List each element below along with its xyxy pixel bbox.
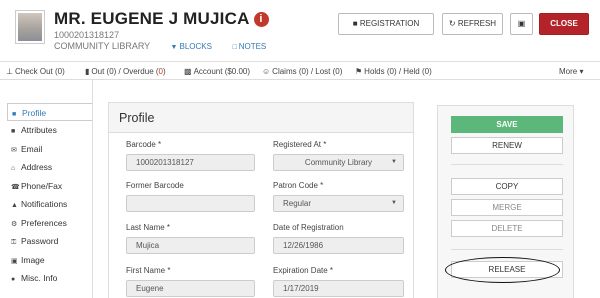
holds-tab[interactable]: ⚑ Holds (0) / Held (0) [355,67,432,76]
merge-button[interactable]: MERGE [451,199,563,216]
envelope-icon: ✉ [11,146,17,154]
account-tab[interactable]: ▩ Account ($0.00) [184,67,250,76]
sidebar-item-preferences[interactable]: ⚙ Preferences [7,214,92,233]
more-menu[interactable]: More ▾ [559,67,583,76]
delete-button[interactable]: DELETE [451,220,563,237]
info-circle-icon: ● [11,276,16,283]
profile-panel: Profile Barcode * 1000201318127 Register… [108,102,414,298]
last-name-label: Last Name * [126,223,171,232]
cogs-icon: ⚙ [11,220,18,228]
divider [451,249,563,250]
sidebar-item-notifications[interactable]: ▲ Notifications [7,195,92,214]
patron-header: MR. EUGENE J MUJICA i 1000201318127 COMMU… [0,0,600,62]
popout-button[interactable]: ▣ [510,13,533,35]
former-barcode-field[interactable] [126,195,255,212]
barcode-icon: ▮ [85,67,90,76]
patron-code-select[interactable]: Regular ▼ [273,195,404,212]
patron-code-label: Patron Code * [273,181,324,190]
sidebar-item-address[interactable]: ⌂ Address [7,158,92,177]
patron-library: COMMUNITY LIBRARY [54,41,151,51]
renew-button[interactable]: RENEW [451,137,563,154]
popout-icon: ▣ [517,19,526,28]
notes-link[interactable]: □ NOTES [232,42,266,51]
expiration-date-label: Expiration Date * [273,266,334,275]
out-overdue-tab[interactable]: ▮ Out (0) / Overdue (0) [85,67,166,76]
flag-icon: ⚑ [355,67,363,76]
user-tag-icon: ■ [11,128,16,135]
sidebar-item-image[interactable]: ▣ Image [7,251,92,270]
info-icon[interactable]: i [253,12,269,27]
phone-icon: ☎ [11,183,20,191]
registration-button[interactable]: ■ REGISTRATION [338,13,434,35]
patron-barcode: 1000201318127 [54,30,120,40]
checkout-icon: ⊥ [6,67,13,76]
user-icon: ■ [352,19,358,28]
registration-date-label: Date of Registration [273,223,344,232]
money-icon: ▩ [184,67,192,76]
patron-library-line: COMMUNITY LIBRARY ▼ BLOCKS □ NOTES [54,41,266,51]
image-icon: ▣ [11,257,18,265]
registered-at-select[interactable]: Community Library ▼ [273,154,404,171]
sidebar-item-profile[interactable]: ■ Profile [7,103,92,121]
action-panel: SAVE RENEW COPY MERGE DELETE RELEASE [437,105,574,298]
patron-photo [15,10,45,44]
save-button[interactable]: SAVE [451,116,563,133]
caret-down-icon: ▾ [579,67,584,76]
caret-down-icon: ▼ [391,200,397,206]
content-area: Profile Barcode * 1000201318127 Register… [92,80,422,298]
bell-icon: ▲ [11,202,18,209]
caret-down-icon: ▼ [391,159,397,165]
checkout-tab[interactable]: ⊥ Check Out (0) [6,67,65,76]
sidebar-item-phone-fax[interactable]: ☎Phone/Fax [7,177,92,196]
sidebar-item-misc-info[interactable]: ● Misc. Info [7,269,92,288]
patron-name-line: MR. EUGENE J MUJICA i [54,9,269,29]
registered-at-label: Registered At * [273,140,327,149]
barcode-field[interactable]: 1000201318127 [126,154,255,171]
claims-tab[interactable]: ☺ Claims (0) / Lost (0) [262,67,342,76]
last-name-field[interactable]: Mujica [126,237,255,254]
sidebar-item-password[interactable]: ⚿ Password [7,232,92,251]
first-name-label: First Name * [126,266,171,275]
refresh-button[interactable]: ↻ REFRESH [442,13,503,35]
copy-button[interactable]: COPY [451,178,563,195]
former-barcode-label: Former Barcode [126,181,184,190]
sidebar-item-email[interactable]: ✉ Email [7,140,92,159]
key-icon: ⚿ [11,239,17,246]
refresh-icon: ↻ [448,19,456,28]
blocks-link[interactable]: ▼ BLOCKS [171,42,212,51]
panel-title: Profile [109,103,413,133]
expiration-date-field[interactable]: 1/17/2019 [273,280,404,297]
home-icon: ⌂ [11,165,16,172]
sidebar-item-attributes[interactable]: ■ Attributes [7,121,92,140]
registration-date-field[interactable]: 12/26/1986 [273,237,404,254]
thumbs-down-icon: ▼ [170,44,178,51]
first-name-field[interactable]: Eugene [126,280,255,297]
smile-icon: ☺ [262,67,271,76]
patron-name: MR. EUGENE J MUJICA [54,9,250,28]
close-button[interactable]: CLOSE [539,13,589,35]
release-button[interactable]: RELEASE [451,261,563,278]
note-icon: □ [232,44,237,51]
divider [451,164,563,165]
profile-sidebar: ■ Profile ■ Attributes ✉ Email ⌂ Address ☎Ph… [7,103,92,288]
barcode-label: Barcode * [126,140,162,149]
patron-toolbar: ⊥ Check Out (0) ▮ Out (0) / Overdue (0) ▩ A… [0,62,600,80]
